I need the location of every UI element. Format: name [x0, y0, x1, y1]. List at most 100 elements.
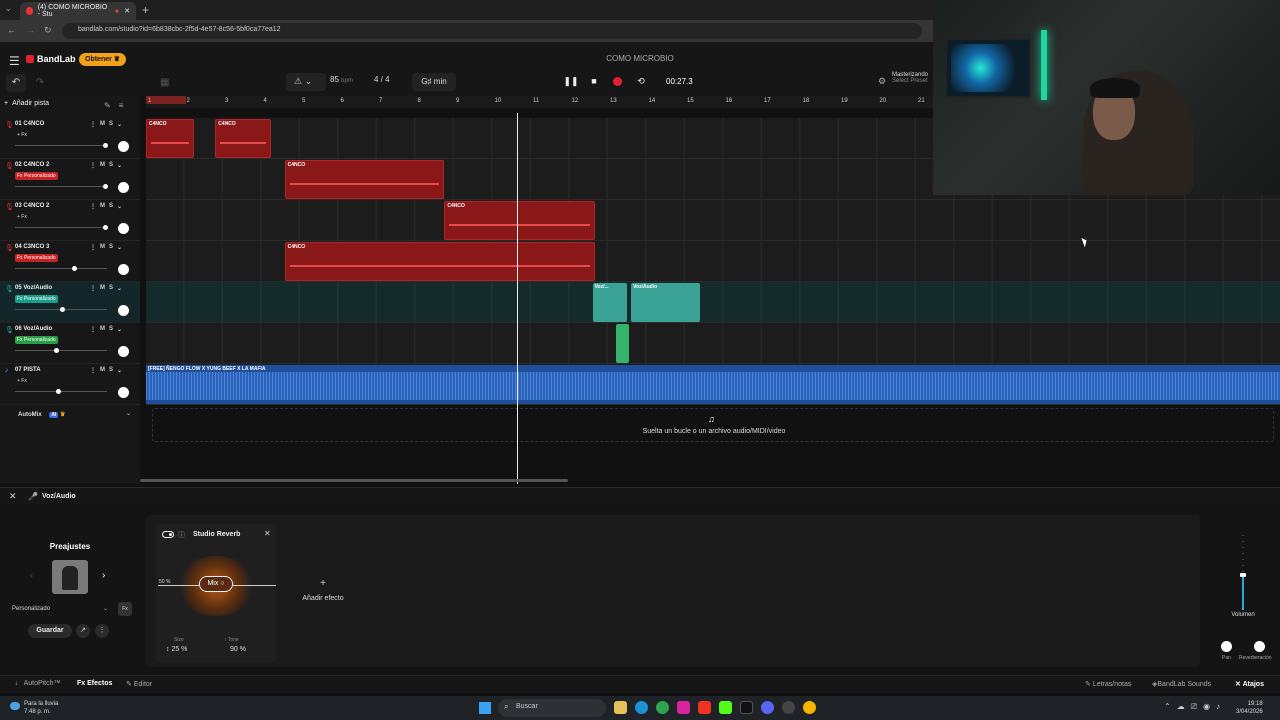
mute-button[interactable]: M — [100, 326, 105, 333]
sounds-button[interactable]: ◈BandLab Sounds — [1152, 680, 1211, 688]
track-lane[interactable]: C4NCO — [146, 241, 1280, 282]
info-icon[interactable]: ⓘ — [178, 530, 185, 540]
pan-knob[interactable] — [1221, 641, 1232, 652]
pan-knob[interactable] — [118, 182, 129, 193]
track-name[interactable]: 04 C3NCO 3 — [15, 244, 49, 250]
track-name[interactable]: 01 C4NCO — [15, 121, 44, 127]
track-lane[interactable]: Voz/... Voz/Audio — [146, 282, 1280, 323]
pan-knob[interactable] — [118, 223, 129, 234]
chevron-down-icon[interactable]: ⌄ — [117, 244, 122, 251]
track-lane[interactable]: C4NCO — [146, 200, 1280, 241]
volume-slider-track[interactable] — [15, 227, 107, 228]
time-signature[interactable]: 4 / 4 — [374, 75, 390, 84]
snap-grid-icon[interactable]: ▦ — [160, 77, 169, 88]
volume-slider-thumb[interactable] — [103, 143, 108, 148]
file-explorer-icon[interactable] — [614, 701, 627, 714]
tempo-field[interactable]: 85 bpm — [330, 75, 353, 84]
tab-audio-icon[interactable]: ● — [115, 8, 119, 15]
audio-clip[interactable]: [FREE] ÑENGO FLOW X YUNG BEEF X LA MAFIA — [146, 365, 1280, 404]
solo-button[interactable]: S — [109, 367, 113, 374]
reload-icon[interactable]: ↻ — [44, 25, 52, 36]
fx-button[interactable]: Fx — [118, 602, 132, 616]
menu-icon[interactable]: ☰ — [9, 54, 20, 68]
solo-button[interactable]: S — [109, 162, 113, 169]
next-preset-icon[interactable]: › — [102, 570, 105, 581]
audio-clip[interactable] — [615, 324, 630, 363]
metronome-button[interactable]: ⚠ ⌄ — [286, 73, 326, 91]
url-input[interactable]: bandlab.com/studio?id=6b838cbc-2f5d-4e57… — [62, 23, 922, 39]
pan-knob[interactable] — [118, 264, 129, 275]
track-header[interactable]: 🎙 01 C4NCO + Fx ⋮ M S ⌄ — [0, 118, 140, 159]
chevron-down-icon[interactable]: ⌄ — [117, 367, 122, 374]
volume-slider-thumb[interactable] — [56, 389, 61, 394]
volume-slider-thumb[interactable] — [103, 225, 108, 230]
volume-slider-thumb[interactable] — [103, 184, 108, 189]
fader-thumb[interactable] — [1240, 573, 1246, 577]
taskbar-clock[interactable]: 19:18 3/04/2026 — [1236, 700, 1263, 716]
instagram-icon[interactable] — [677, 701, 690, 714]
stop-button[interactable]: ■ — [586, 73, 602, 89]
volume-slider-track[interactable] — [15, 350, 107, 351]
more-icon[interactable]: ⋮ — [90, 121, 96, 128]
back-icon[interactable]: ← — [7, 25, 16, 35]
volume-slider-thumb[interactable] — [54, 348, 59, 353]
track-header[interactable]: 🎙 06 Voz/Audio Fx Personalizado ⋮ M S ⌄ — [0, 323, 140, 364]
horizontal-scrollbar[interactable] — [140, 479, 568, 482]
mute-button[interactable]: M — [100, 244, 105, 251]
preset-dropdown[interactable]: Personalizado ⌄ — [8, 602, 110, 616]
tab-autopitch[interactable]: ♩ AutoPitch™ — [15, 680, 61, 687]
tab-list-icon[interactable]: ⌄ — [5, 4, 12, 13]
filter-icon[interactable]: ≡ — [119, 101, 124, 110]
loop-button[interactable]: ⟲ — [633, 73, 649, 89]
weather-widget[interactable]: Para la lluvia 7:48 p. m. — [10, 700, 58, 716]
add-effect-button[interactable]: + Añadir efecto — [298, 578, 348, 602]
solo-button[interactable]: S — [109, 121, 113, 128]
mute-button[interactable]: M — [100, 367, 105, 374]
add-track-button[interactable]: + Añadir pista — [4, 100, 49, 114]
track-fx-tag[interactable]: + Fx — [15, 377, 29, 385]
solo-button[interactable]: S — [109, 244, 113, 251]
more-icon[interactable]: ⋮ — [90, 367, 96, 374]
track-header[interactable]: 🎙 03 C4NCO 2 + Fx ⋮ M S ⌄ — [0, 200, 140, 241]
record-button[interactable] — [613, 76, 622, 86]
pause-button[interactable]: ❚❚ — [563, 73, 579, 89]
solo-button[interactable]: S — [109, 326, 113, 333]
preset-thumbnail[interactable] — [52, 560, 88, 594]
volume-slider-track[interactable] — [15, 186, 107, 187]
volume-slider-track[interactable] — [15, 391, 107, 392]
reverb-knob[interactable] — [1254, 641, 1265, 652]
effect-toggle[interactable] — [162, 531, 174, 538]
audio-clip[interactable]: C4NCO — [444, 201, 595, 240]
remove-effect-icon[interactable]: ✕ — [264, 529, 271, 538]
bandlab-logo[interactable]: BandLab — [26, 54, 76, 64]
key-selector[interactable]: G♯ min — [412, 73, 456, 91]
project-title[interactable]: COMO MICROBIO — [560, 54, 720, 63]
prev-preset-icon[interactable]: ‹ — [30, 570, 33, 581]
audio-clip[interactable]: C4NCO — [284, 160, 445, 199]
tab-efectos[interactable]: Fx Efectos — [77, 680, 112, 687]
chrome-icon[interactable] — [803, 701, 816, 714]
more-icon[interactable]: ⋮ — [90, 203, 96, 210]
track-fx-tag[interactable]: Fx Personalizado — [15, 254, 58, 262]
close-editor-icon[interactable]: ✕ — [9, 491, 17, 502]
solo-button[interactable]: S — [109, 285, 113, 292]
kick-icon[interactable] — [719, 701, 732, 714]
loop-region[interactable] — [146, 96, 186, 104]
volume-slider-track[interactable] — [15, 268, 107, 269]
volume-slider-track[interactable] — [15, 145, 107, 146]
automix-row[interactable]: AutoMix AI ♛ ⌄ — [0, 407, 140, 423]
whatsapp-icon[interactable] — [656, 701, 669, 714]
edge-icon[interactable] — [635, 701, 648, 714]
track-header[interactable]: ♪ 07 PISTA + Fx ⋮ M S ⌄ — [0, 364, 140, 405]
chevron-down-icon[interactable]: ⌄ — [117, 285, 122, 292]
mastering-button[interactable]: ⚙ Masterizando Select Preset — [874, 72, 934, 92]
pan-knob[interactable] — [118, 141, 129, 152]
solo-button[interactable]: S — [109, 203, 113, 210]
pan-knob[interactable] — [118, 346, 129, 357]
mute-button[interactable]: M — [100, 162, 105, 169]
track-lane[interactable]: [FREE] ÑENGO FLOW X YUNG BEEF X LA MAFIA — [146, 364, 1280, 405]
windows-start-icon[interactable] — [479, 702, 491, 714]
audio-clip[interactable]: C4NCO — [146, 119, 195, 158]
chevron-down-icon[interactable]: ⌄ — [117, 203, 122, 210]
mute-button[interactable]: M — [100, 285, 105, 292]
